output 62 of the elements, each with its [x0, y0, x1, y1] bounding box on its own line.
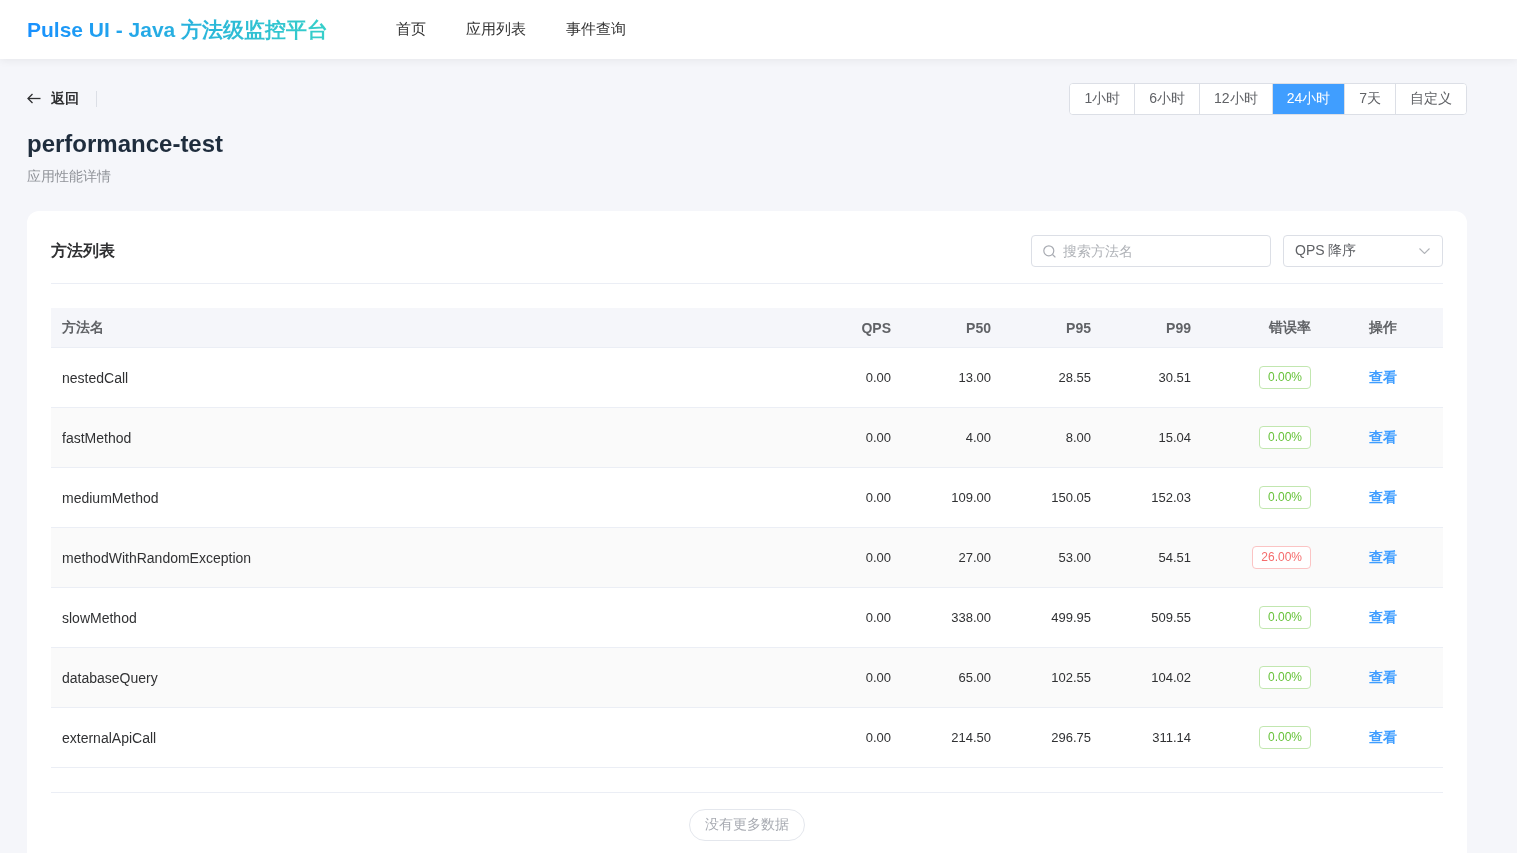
- error-rate-tag: 0.00%: [1258, 486, 1311, 509]
- metric-value: 152.03: [1151, 490, 1191, 505]
- page-subtitle: 应用性能详情: [27, 167, 112, 186]
- column-header: 操作: [1367, 317, 1398, 337]
- metric-value: 65.00: [958, 670, 991, 685]
- metric-value: 28.55: [1058, 370, 1091, 385]
- error-rate-tag: 26.00%: [1252, 546, 1311, 569]
- metric-value: 0.00: [865, 550, 891, 565]
- method-name: nestedCall: [62, 369, 129, 386]
- error-rate-tag: 0.00%: [1258, 366, 1311, 389]
- card-title: 方法列表: [51, 240, 115, 261]
- metric-value: 104.02: [1151, 670, 1191, 685]
- method-name: mediumMethod: [62, 489, 159, 506]
- back-arrow-icon: [27, 93, 41, 104]
- metric-value: 102.55: [1051, 670, 1091, 685]
- error-rate-tag: 0.00%: [1258, 726, 1311, 749]
- metric-value: 109.00: [951, 490, 991, 505]
- metric-value: 53.00: [1058, 550, 1091, 565]
- method-name: slowMethod: [62, 609, 137, 626]
- sort-select[interactable]: QPS 降序: [1283, 235, 1443, 267]
- metric-value: 15.04: [1158, 430, 1191, 445]
- nav-link[interactable]: 事件查询: [566, 20, 627, 39]
- metric-value: 4.00: [965, 430, 991, 445]
- metric-value: 0.00: [865, 670, 891, 685]
- method-name: fastMethod: [62, 429, 132, 446]
- method-name: databaseQuery: [62, 669, 158, 686]
- search-field[interactable]: 搜索方法名: [1031, 235, 1271, 267]
- error-rate-tag: 0.00%: [1258, 426, 1311, 449]
- chevron-down-icon: [1419, 248, 1430, 254]
- column-header: 方法名: [61, 317, 105, 337]
- metric-value: 296.75: [1051, 730, 1091, 745]
- error-rate-tag: 0.00%: [1258, 666, 1311, 689]
- method-name: externalApiCall: [62, 729, 157, 746]
- metric-value: 54.51: [1158, 550, 1191, 565]
- column-header: 错误率: [1267, 317, 1312, 337]
- metric-value: 311.14: [1152, 730, 1191, 745]
- column-header: QPS: [860, 318, 892, 338]
- metric-value: 0.00: [865, 730, 891, 745]
- metric-value: 214.50: [951, 730, 991, 745]
- metric-value: 499.95: [1051, 610, 1091, 625]
- metric-value: 0.00: [865, 430, 891, 445]
- metric-value: 13.00: [958, 370, 991, 385]
- time-range-option[interactable]: 自定义: [1395, 83, 1466, 114]
- method-name: methodWithRandomException: [62, 549, 252, 566]
- search-icon: [1043, 245, 1056, 258]
- metric-value: 509.55: [1151, 610, 1191, 625]
- metric-value: 30.51: [1158, 370, 1191, 385]
- page-title: performance-test: [27, 129, 225, 159]
- metric-value: 27.00: [958, 550, 991, 565]
- error-rate-tag: 0.00%: [1258, 606, 1311, 629]
- nav-link[interactable]: 首页: [396, 20, 427, 39]
- column-header: P99: [1165, 318, 1192, 338]
- back-button[interactable]: 返回: [27, 89, 79, 108]
- metric-value: 150.05: [1051, 490, 1091, 505]
- metric-value: 0.00: [865, 490, 891, 505]
- column-header: P95: [1065, 318, 1092, 338]
- column-header: P50: [965, 318, 992, 338]
- metric-value: 0.00: [865, 610, 891, 625]
- metric-value: 338.00: [951, 610, 991, 625]
- nav-link[interactable]: 应用列表: [466, 20, 527, 39]
- metric-value: 8.00: [1065, 430, 1091, 445]
- metric-value: 0.00: [865, 370, 891, 385]
